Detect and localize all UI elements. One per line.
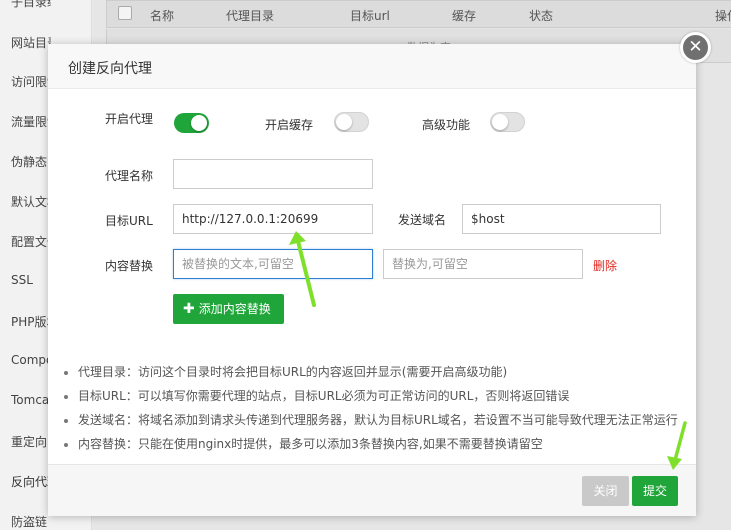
bullet-icon <box>64 443 68 447</box>
close-button[interactable]: 关闭 <box>582 476 629 506</box>
help-text: 代理目录：访问这个目录时将会把目标URL的内容返回并显示(需要开启高级功能) <box>78 365 508 379</box>
plus-icon: ✚ <box>183 301 195 317</box>
list-item: 发送域名：将域名添加到请求头传递到代理服务器，默认为目标URL域名，若设置不当可… <box>62 408 692 432</box>
replace-from-input[interactable] <box>173 249 373 279</box>
column-header-status: 状态 <box>529 9 554 23</box>
advanced-toggle[interactable] <box>490 112 525 132</box>
select-all-checkbox[interactable] <box>118 6 132 20</box>
dialog-footer: 关闭 提交 <box>48 464 696 516</box>
delete-replace-link[interactable]: 删除 <box>593 257 617 274</box>
advanced-label: 高级功能 <box>422 118 471 132</box>
sidebar-item-hotlink[interactable]: 防盗链 <box>11 513 51 530</box>
target-url-label: 目标URL <box>105 214 153 228</box>
toggle-knob <box>492 114 508 130</box>
sidebar-item-composer[interactable]: Composer <box>11 353 51 367</box>
sidebar-item-config[interactable]: 配置文件 <box>11 233 51 250</box>
sidebar-item-subdir[interactable]: 子目录绑定 <box>11 0 51 10</box>
sidebar-item-reverse-proxy[interactable]: 反向代理 <box>11 473 51 490</box>
annotation-arrow-icon <box>667 421 687 470</box>
help-list: 代理目录：访问这个目录时将会把目标URL的内容返回并显示(需要开启高级功能) 目… <box>62 360 692 456</box>
toggle-knob <box>191 115 207 131</box>
sidebar-item-traffic[interactable]: 流量限制 <box>11 113 51 130</box>
sidebar-item-tomcat[interactable]: Tomcat <box>11 393 51 407</box>
annotation-arrow-icon <box>289 231 316 307</box>
submit-button[interactable]: 提交 <box>632 476 678 506</box>
enable-proxy-toggle[interactable] <box>174 113 209 133</box>
sidebar-item-php[interactable]: PHP版本 <box>11 313 51 330</box>
list-item: 内容替换：只能在使用nginx时提供，最多可以添加3条替换内容,如果不需要替换请… <box>62 432 692 456</box>
create-reverse-proxy-dialog: 创建反向代理 开启代理 开启缓存 高级功能 代理名称 目标URL 发送域名 内容… <box>48 44 696 516</box>
proxy-name-label: 代理名称 <box>105 169 154 183</box>
sidebar-item-rewrite[interactable]: 伪静态 <box>11 153 51 170</box>
close-icon[interactable]: ✕ <box>680 32 711 63</box>
help-text: 发送域名：将域名添加到请求头传递到代理服务器，默认为目标URL域名，若设置不当可… <box>78 413 678 427</box>
content-replace-label: 内容替换 <box>105 259 154 273</box>
list-item: 代理目录：访问这个目录时将会把目标URL的内容返回并显示(需要开启高级功能) <box>62 360 692 384</box>
bullet-icon <box>64 395 68 399</box>
dialog-title: 创建反向代理 <box>68 61 152 77</box>
send-domain-input[interactable] <box>462 204 661 234</box>
sidebar-item-default-doc[interactable]: 默认文档 <box>11 193 51 210</box>
help-text: 内容替换：只能在使用nginx时提供，最多可以添加3条替换内容,如果不需要替换请… <box>78 437 543 451</box>
column-header-name: 名称 <box>150 9 175 23</box>
replace-to-input[interactable] <box>383 249 583 279</box>
table-header: 名称 代理目录 目标url 缓存 状态 操作 <box>106 0 731 28</box>
enable-cache-label: 开启缓存 <box>265 118 314 132</box>
column-header-proxy-dir: 代理目录 <box>226 9 275 23</box>
column-header-cache: 缓存 <box>452 9 477 23</box>
add-content-replace-button[interactable]: ✚ 添加内容替换 <box>173 294 284 324</box>
send-domain-label: 发送域名 <box>398 213 447 227</box>
enable-cache-toggle[interactable] <box>334 112 369 132</box>
bullet-icon <box>64 371 68 375</box>
column-header-actions: 操作 <box>715 9 731 23</box>
sidebar-item-ssl[interactable]: SSL <box>11 273 51 287</box>
sidebar-item-access[interactable]: 访问限制 <box>11 73 51 90</box>
sidebar-item-redirect[interactable]: 重定向 <box>11 433 51 450</box>
column-header-target-url: 目标url <box>350 9 390 23</box>
list-item: 目标URL：可以填写你需要代理的站点，目标URL必须为可正常访问的URL，否则将… <box>62 384 692 408</box>
help-text: 目标URL：可以填写你需要代理的站点，目标URL必须为可正常访问的URL，否则将… <box>78 389 570 403</box>
toggle-knob <box>336 114 352 130</box>
proxy-name-input[interactable] <box>173 159 373 189</box>
sidebar-item-site-dir[interactable]: 网站目录 <box>11 34 51 51</box>
dialog-header: 创建反向代理 <box>48 44 696 89</box>
enable-proxy-label: 开启代理 <box>105 112 154 126</box>
add-content-replace-label: 添加内容替换 <box>198 302 271 316</box>
target-url-input[interactable] <box>173 204 373 234</box>
bullet-icon <box>64 419 68 423</box>
